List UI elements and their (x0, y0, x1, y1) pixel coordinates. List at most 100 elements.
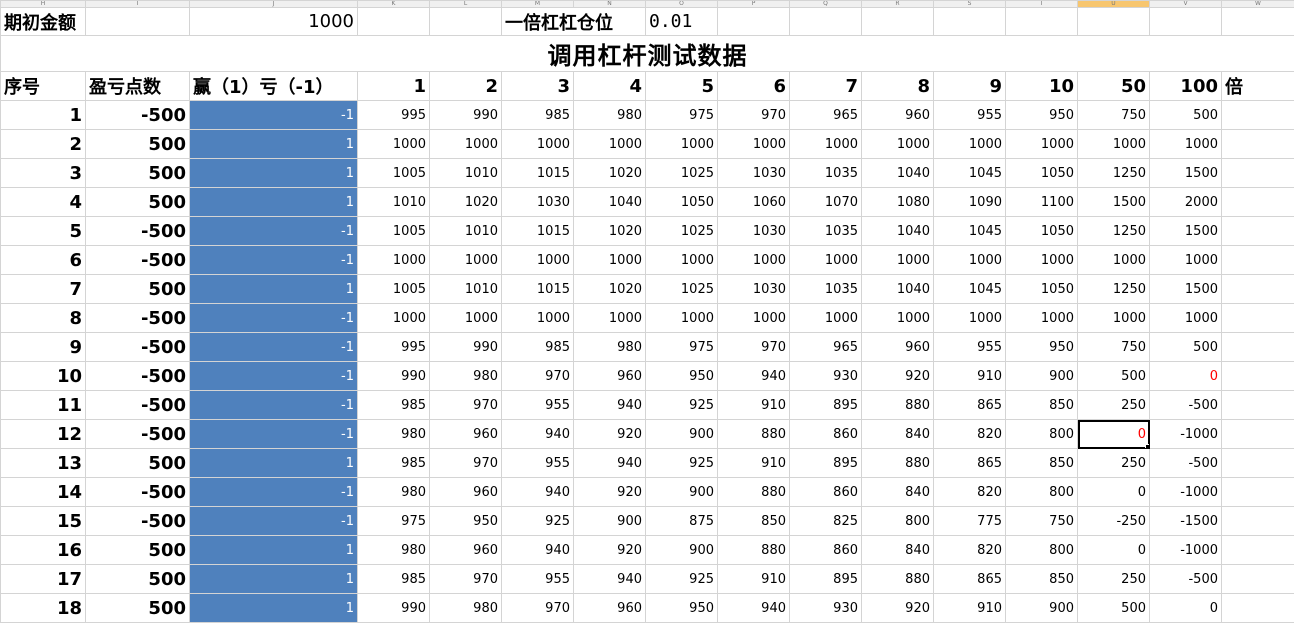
empty-cell[interactable] (1222, 304, 1294, 333)
balance-cell[interactable]: 970 (430, 391, 502, 420)
column-letter-I[interactable]: I (86, 1, 190, 8)
balance-cell[interactable]: 1000 (790, 130, 862, 159)
winloss-cell[interactable]: -1 (190, 304, 358, 333)
empty-cell[interactable] (1150, 8, 1222, 36)
empty-cell[interactable] (1222, 391, 1294, 420)
balance-cell[interactable]: 895 (790, 449, 862, 478)
empty-cell[interactable] (1222, 362, 1294, 391)
balance-cell[interactable]: 800 (1006, 478, 1078, 507)
balance-cell[interactable]: 840 (862, 420, 934, 449)
empty-cell[interactable] (1222, 507, 1294, 536)
balance-cell[interactable]: 940 (574, 391, 646, 420)
balance-cell[interactable]: 940 (574, 565, 646, 594)
balance-cell[interactable]: 1020 (574, 217, 646, 246)
balance-cell[interactable]: 1000 (574, 246, 646, 275)
balance-cell[interactable]: 990 (430, 333, 502, 362)
balance-cell[interactable]: 950 (646, 594, 718, 623)
header-multiplier[interactable]: 50 (1078, 72, 1150, 101)
balance-cell[interactable]: 895 (790, 565, 862, 594)
balance-cell[interactable]: 880 (718, 420, 790, 449)
balance-cell[interactable]: 1045 (934, 275, 1006, 304)
balance-cell[interactable]: 1000 (502, 304, 574, 333)
balance-cell[interactable]: 1020 (574, 275, 646, 304)
empty-cell[interactable] (1006, 8, 1078, 36)
balance-cell[interactable]: 1000 (862, 246, 934, 275)
balance-cell[interactable]: 970 (502, 594, 574, 623)
balance-cell[interactable]: 1100 (1006, 188, 1078, 217)
balance-cell[interactable]: 910 (934, 362, 1006, 391)
balance-cell[interactable]: 1000 (430, 304, 502, 333)
seq-cell[interactable]: 2 (1, 130, 86, 159)
balance-cell[interactable]: 1030 (718, 159, 790, 188)
balance-cell[interactable]: 1005 (358, 217, 430, 246)
balance-cell[interactable]: 1035 (790, 159, 862, 188)
balance-cell[interactable]: 820 (934, 478, 1006, 507)
header-pnl[interactable]: 盈亏点数 (86, 72, 190, 101)
balance-cell[interactable]: 1000 (646, 246, 718, 275)
balance-cell[interactable]: 1000 (358, 130, 430, 159)
balance-cell[interactable]: 1500 (1150, 159, 1222, 188)
balance-cell[interactable]: 1050 (1006, 275, 1078, 304)
balance-cell[interactable]: 940 (574, 449, 646, 478)
seq-cell[interactable]: 13 (1, 449, 86, 478)
column-letter-V[interactable]: V (1150, 1, 1222, 8)
balance-cell[interactable]: 980 (574, 101, 646, 130)
empty-cell[interactable] (862, 8, 934, 36)
balance-cell[interactable]: 970 (718, 333, 790, 362)
empty-cell[interactable] (1078, 8, 1150, 36)
balance-cell[interactable]: 895 (790, 391, 862, 420)
balance-cell[interactable]: 840 (862, 478, 934, 507)
empty-cell[interactable] (1222, 478, 1294, 507)
empty-cell[interactable] (1222, 594, 1294, 623)
pnl-cell[interactable]: 500 (86, 188, 190, 217)
balance-cell[interactable]: 900 (646, 478, 718, 507)
balance-cell[interactable]: 985 (358, 449, 430, 478)
balance-cell[interactable]: 985 (502, 333, 574, 362)
balance-cell[interactable]: 800 (862, 507, 934, 536)
pnl-cell[interactable]: -500 (86, 333, 190, 362)
empty-cell[interactable] (1222, 101, 1294, 130)
column-letter-H[interactable]: H (1, 1, 86, 8)
pnl-cell[interactable]: -500 (86, 304, 190, 333)
header-multiplier[interactable]: 100 (1150, 72, 1222, 101)
winloss-cell[interactable]: -1 (190, 420, 358, 449)
balance-cell[interactable]: 1000 (1078, 246, 1150, 275)
pnl-cell[interactable]: 500 (86, 130, 190, 159)
balance-cell[interactable]: 920 (574, 478, 646, 507)
seq-cell[interactable]: 9 (1, 333, 86, 362)
empty-cell[interactable] (358, 8, 430, 36)
balance-cell[interactable]: 250 (1078, 565, 1150, 594)
balance-cell[interactable]: 920 (862, 362, 934, 391)
seq-cell[interactable]: 1 (1, 101, 86, 130)
balance-cell[interactable]: 850 (718, 507, 790, 536)
balance-cell[interactable]: 955 (934, 333, 1006, 362)
balance-cell[interactable]: 900 (1006, 594, 1078, 623)
winloss-cell[interactable]: -1 (190, 217, 358, 246)
balance-cell[interactable]: 900 (646, 420, 718, 449)
column-letter-N[interactable]: N (574, 1, 646, 8)
balance-cell[interactable]: 985 (358, 565, 430, 594)
pnl-cell[interactable]: 500 (86, 159, 190, 188)
empty-cell[interactable] (934, 8, 1006, 36)
empty-cell[interactable] (1222, 333, 1294, 362)
balance-cell[interactable]: 1000 (646, 304, 718, 333)
balance-cell[interactable]: 860 (790, 420, 862, 449)
empty-cell[interactable] (1222, 565, 1294, 594)
balance-cell[interactable]: 1500 (1078, 188, 1150, 217)
balance-cell[interactable]: 950 (646, 362, 718, 391)
balance-cell[interactable]: 865 (934, 565, 1006, 594)
balance-cell[interactable]: 850 (1006, 449, 1078, 478)
initial-amount-value[interactable]: 1000 (190, 8, 358, 36)
seq-cell[interactable]: 18 (1, 594, 86, 623)
balance-cell[interactable]: 1000 (574, 304, 646, 333)
balance-cell[interactable]: 1050 (1006, 159, 1078, 188)
balance-cell[interactable]: 975 (358, 507, 430, 536)
balance-cell[interactable]: 880 (718, 478, 790, 507)
balance-cell[interactable]: -1000 (1150, 536, 1222, 565)
balance-cell[interactable]: 880 (862, 565, 934, 594)
balance-cell[interactable]: 1000 (1150, 304, 1222, 333)
column-letter-S[interactable]: S (934, 1, 1006, 8)
balance-cell[interactable]: 1045 (934, 217, 1006, 246)
winloss-cell[interactable]: 1 (190, 159, 358, 188)
balance-cell[interactable]: 880 (862, 449, 934, 478)
